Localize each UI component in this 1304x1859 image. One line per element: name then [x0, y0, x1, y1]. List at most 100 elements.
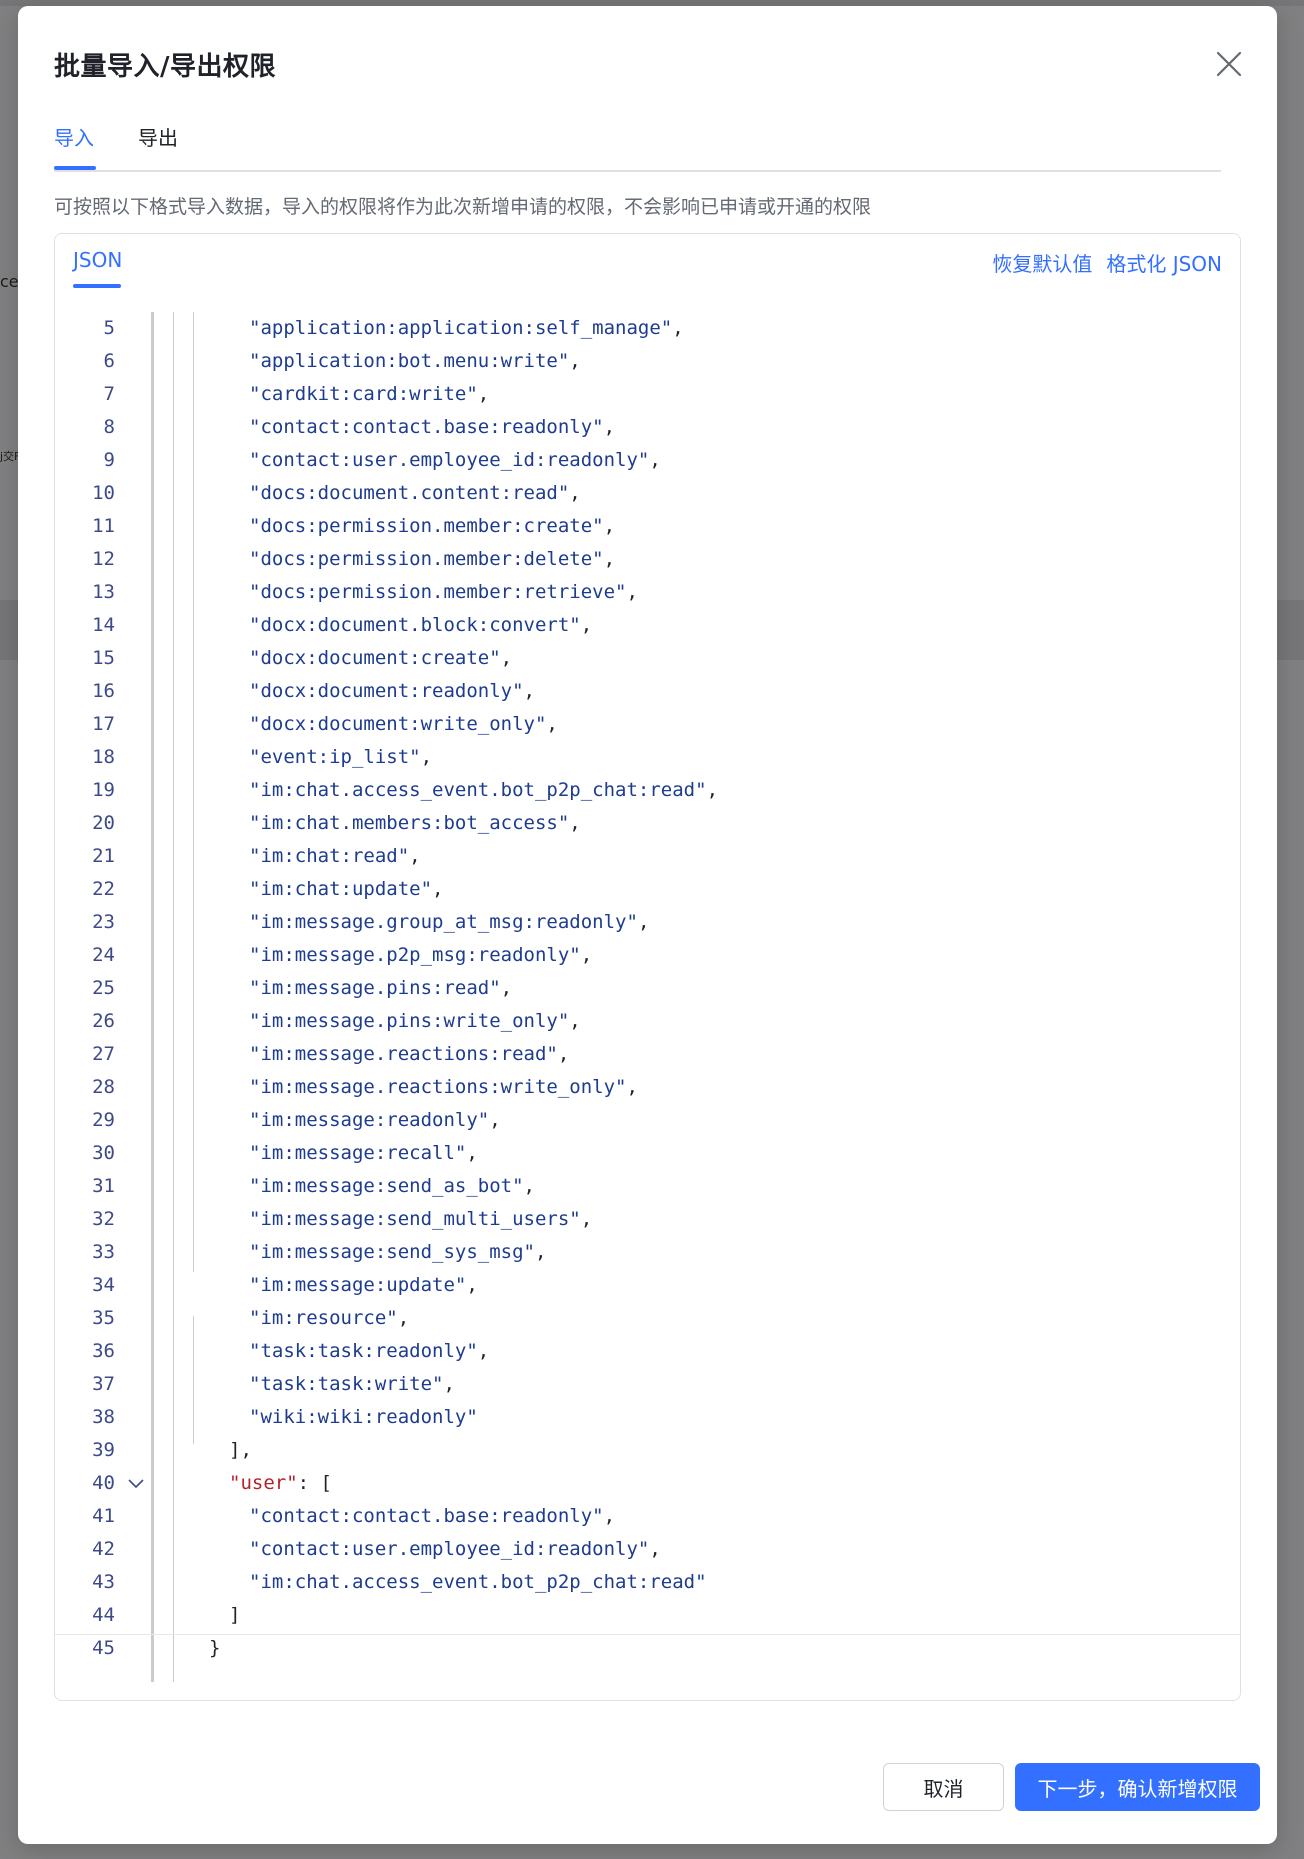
json-punctuation: }	[209, 1637, 221, 1659]
line-number: 9	[103, 449, 115, 471]
restore-default-link[interactable]: 恢复默认值	[992, 248, 1092, 277]
code-line: 21 "im:chat:read",	[55, 840, 1240, 873]
line-number: 23	[92, 911, 115, 933]
code-line: 19 "im:chat.access_event.bot_p2p_chat:rea…	[55, 774, 1240, 807]
json-string: "im:chat:read"	[249, 845, 410, 867]
json-punctuation: ,	[523, 1175, 535, 1197]
code-text: "task:task:write",	[249, 1368, 455, 1401]
json-punctuation: ,	[569, 482, 581, 504]
code-line: 8 "contact:contact.base:readonly",	[55, 411, 1240, 444]
code-text: "im:chat:read",	[249, 840, 421, 873]
json-string: "im:chat:update"	[249, 878, 433, 900]
json-string: "im:message.group_at_msg:readonly"	[249, 911, 638, 933]
tab-json[interactable]: JSON	[73, 248, 122, 272]
json-string: "im:resource"	[249, 1307, 398, 1329]
code-text: "contact:user.employee_id:readonly",	[249, 1533, 661, 1566]
json-string: "contact:user.employee_id:readonly"	[249, 1538, 650, 1560]
code-text: "im:resource",	[249, 1302, 409, 1335]
json-string: "docx:document.block:convert"	[249, 614, 581, 636]
json-string: "docx:document:write_only"	[249, 713, 547, 735]
line-number: 12	[92, 548, 115, 570]
json-string: "contact:user.employee_id:readonly"	[249, 449, 650, 471]
tab-active-indicator	[54, 166, 96, 170]
line-number: 6	[103, 350, 115, 372]
code-line: 36 "task:task:readonly",	[55, 1335, 1240, 1368]
line-number: 31	[92, 1175, 115, 1197]
line-number: 30	[92, 1142, 115, 1164]
json-string: "contact:contact.base:readonly"	[249, 416, 604, 438]
json-punctuation: ,	[580, 944, 593, 966]
code-line: 27 "im:message.reactions:read",	[55, 1038, 1240, 1071]
json-punctuation: ]	[229, 1604, 241, 1626]
line-number: 40	[92, 1472, 115, 1494]
json-punctuation: ,	[500, 647, 513, 669]
json-punctuation: ,	[603, 548, 616, 570]
line-number: 5	[103, 317, 115, 339]
line-number: 22	[92, 878, 115, 900]
close-button[interactable]	[1209, 44, 1249, 84]
code-text: "im:chat.members:bot_access",	[249, 807, 581, 840]
code-text: "user": [	[229, 1467, 332, 1500]
json-string: "docs:document.content:read"	[249, 482, 570, 504]
json-string: "im:message:recall"	[249, 1142, 467, 1164]
json-string: "im:message.pins:read"	[249, 977, 501, 999]
json-punctuation: ,	[569, 350, 581, 372]
json-string: "docx:document:readonly"	[249, 680, 524, 702]
code-line: 7 "cardkit:card:write",	[55, 378, 1240, 411]
line-number: 13	[92, 581, 115, 603]
json-punctuation: ,	[649, 449, 661, 471]
code-line: 5 "application:application:self_manage",	[55, 312, 1240, 345]
code-line: 34 "im:message:update",	[55, 1269, 1240, 1302]
json-tab-indicator	[73, 284, 121, 288]
code-line: 18 "event:ip_list",	[55, 741, 1240, 774]
code-text: "im:message:send_sys_msg",	[249, 1236, 546, 1269]
tab-export[interactable]: 导出	[138, 122, 178, 151]
cancel-button[interactable]: 取消	[883, 1763, 1004, 1811]
line-number: 36	[92, 1340, 115, 1362]
code-line: 45}	[55, 1632, 1240, 1665]
json-string: "docs:permission.member:delete"	[249, 548, 604, 570]
json-string: "wiki:wiki:readonly"	[249, 1406, 478, 1428]
code-editor[interactable]: 5 "application:application:self_manage", 6…	[55, 292, 1240, 1682]
code-text: "im:message:readonly",	[249, 1104, 501, 1137]
json-string: "contact:contact.base:readonly"	[249, 1505, 604, 1527]
json-punctuation: ,	[580, 1208, 593, 1230]
json-punctuation: ,	[626, 581, 638, 603]
line-number: 37	[92, 1373, 115, 1395]
code-text: ],	[229, 1434, 252, 1467]
line-number: 16	[92, 680, 115, 702]
code-text: "docx:document.block:convert",	[249, 609, 592, 642]
code-text: "docx:document:write_only",	[249, 708, 558, 741]
json-string: "im:message:send_sys_msg"	[249, 1241, 535, 1263]
code-line: 25 "im:message.pins:read",	[55, 972, 1240, 1005]
json-punctuation: ,	[397, 1307, 410, 1329]
code-line: 37 "task:task:write",	[55, 1368, 1240, 1401]
format-json-link[interactable]: 格式化 JSON	[1106, 248, 1222, 277]
code-line: 29 "im:message:readonly",	[55, 1104, 1240, 1137]
json-editor-card: JSON 恢复默认值 格式化 JSON 5 "application:applic…	[54, 233, 1241, 1701]
json-punctuation: ,	[580, 614, 593, 636]
line-number: 18	[92, 746, 115, 768]
json-string: "docx:document:create"	[249, 647, 501, 669]
code-text: "im:chat:update",	[249, 873, 443, 906]
tab-import[interactable]: 导入	[54, 122, 94, 151]
next-confirm-button[interactable]: 下一步，确认新增权限	[1015, 1763, 1260, 1811]
code-line: 16 "docx:document:readonly",	[55, 675, 1240, 708]
line-number: 28	[92, 1076, 115, 1098]
fold-chevron-icon[interactable]	[125, 1467, 147, 1500]
code-text: ]	[229, 1599, 240, 1632]
code-line: 13 "docs:permission.member:retrieve",	[55, 576, 1240, 609]
json-punctuation: ,	[432, 878, 444, 900]
code-line: 14 "docx:document.block:convert",	[55, 609, 1240, 642]
json-punctuation: ,	[477, 1340, 490, 1362]
code-text: "docs:permission.member:retrieve",	[249, 576, 638, 609]
code-line: 17 "docx:document:write_only",	[55, 708, 1240, 741]
line-number: 11	[92, 515, 115, 537]
json-string: "cardkit:card:write"	[249, 383, 478, 405]
code-text: "im:message:send_multi_users",	[249, 1203, 592, 1236]
line-number: 45	[92, 1637, 115, 1659]
line-number: 39	[92, 1439, 115, 1461]
json-string: "im:chat.members:bot_access"	[249, 812, 570, 834]
code-line: 32 "im:message:send_multi_users",	[55, 1203, 1240, 1236]
code-text: "im:message.reactions:read",	[249, 1038, 569, 1071]
